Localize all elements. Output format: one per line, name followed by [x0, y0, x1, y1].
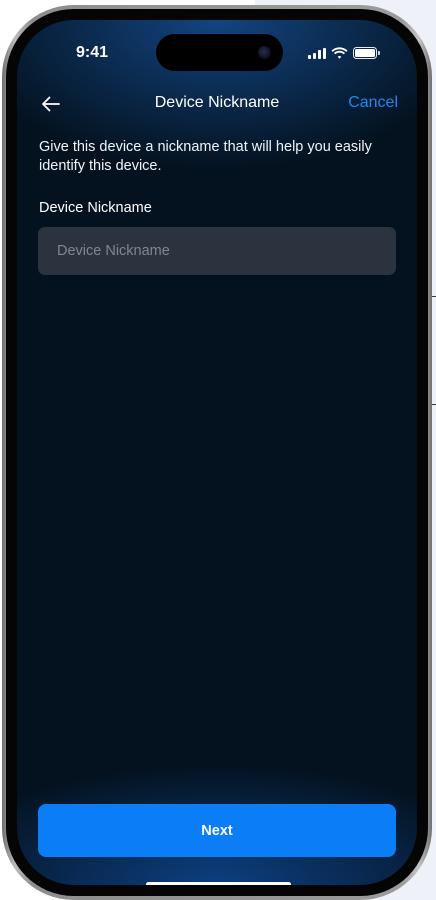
phone-bezel: 9:41 Device Nickname Cancel Give this de…: [6, 9, 428, 896]
device-nickname-label: Device Nickname: [39, 200, 152, 216]
status-icons: [308, 46, 380, 60]
status-time: 9:41: [75, 44, 109, 61]
back-button[interactable]: [39, 92, 63, 116]
device-nickname-input[interactable]: [38, 227, 396, 275]
next-button[interactable]: Next: [38, 804, 396, 857]
front-camera-icon: [258, 46, 271, 59]
home-indicator: [146, 882, 291, 885]
signal-icon: [308, 47, 326, 59]
background-tick-mark: [432, 296, 436, 297]
arrow-left-icon: [42, 96, 60, 112]
description-text: Give this device a nickname that will he…: [39, 139, 372, 174]
dynamic-island: [156, 34, 283, 71]
wifi-icon: [331, 47, 348, 59]
phone-frame: 9:41 Device Nickname Cancel Give this de…: [2, 5, 432, 900]
background-tick-mark: [432, 404, 436, 405]
phone-screen: 9:41 Device Nickname Cancel Give this de…: [17, 20, 417, 885]
cancel-button[interactable]: Cancel: [348, 94, 398, 112]
battery-icon: [353, 47, 380, 59]
